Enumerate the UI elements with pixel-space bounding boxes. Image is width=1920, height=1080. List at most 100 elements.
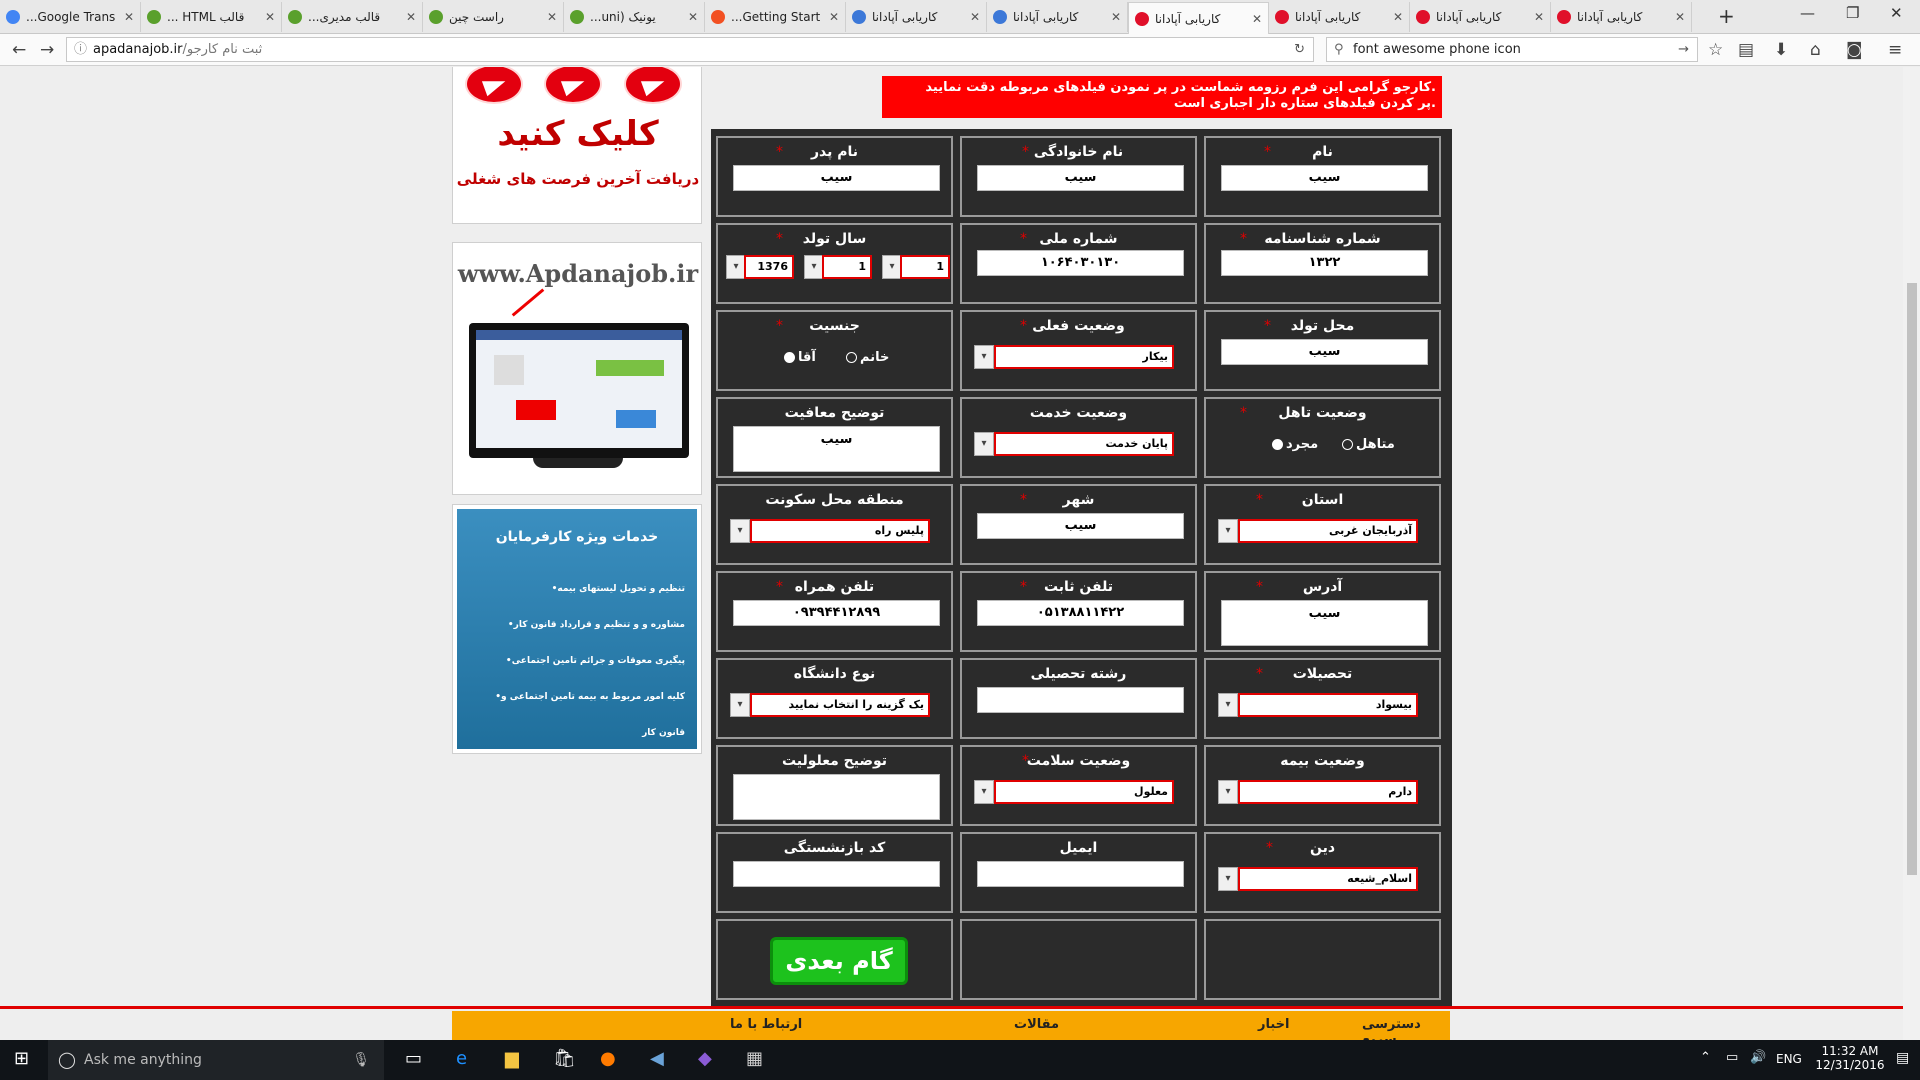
month-select[interactable]: 1 — [822, 255, 872, 279]
national-id-input[interactable]: ۱۰۶۴۰۳۰۱۳۰ — [977, 250, 1184, 276]
microphone-icon[interactable]: 🎙 — [352, 1040, 370, 1080]
year-dropdown-button[interactable]: ▾ — [726, 255, 746, 279]
network-icon[interactable]: ▭ — [1726, 1050, 1738, 1065]
home-icon[interactable]: ⌂ — [1810, 40, 1821, 60]
browser-tab[interactable]: راست چین ✕ — [423, 2, 564, 32]
mobile-input[interactable]: ۰۹۳۹۴۴۱۲۸۹۹ — [733, 600, 940, 626]
clock[interactable]: 11:32 AM 12/31/2016 — [1812, 1044, 1888, 1072]
search-go-icon[interactable]: → — [1678, 38, 1689, 61]
forward-icon[interactable]: → — [40, 40, 54, 60]
browser-tab[interactable]: قالب مدیری... ✕ — [282, 2, 423, 32]
address-textarea[interactable]: سیب — [1221, 600, 1428, 646]
health-select[interactable]: معلول — [994, 780, 1174, 804]
tab-close-icon[interactable]: ✕ — [406, 10, 416, 24]
email-input[interactable] — [977, 861, 1184, 887]
file-explorer-icon[interactable]: ▆ — [505, 1048, 519, 1069]
insurance-select[interactable]: دارم — [1238, 780, 1418, 804]
gender-male-radio[interactable]: آقا — [784, 350, 816, 365]
birth-place-input[interactable]: سیب — [1221, 339, 1428, 365]
browser-tab[interactable]: قالب HTML ... ✕ — [141, 2, 282, 32]
browser-tab[interactable]: Getting Start... ✕ — [705, 2, 846, 32]
new-tab-button[interactable]: + — [1718, 4, 1735, 28]
browser-tab[interactable]: کاریابی آپادانا ✕ — [1410, 2, 1551, 32]
bookmark-star-icon[interactable]: ☆ — [1708, 40, 1723, 60]
status-dropdown-button[interactable]: ▾ — [974, 345, 994, 369]
day-dropdown-button[interactable]: ▾ — [882, 255, 902, 279]
tab-close-icon[interactable]: ✕ — [1534, 10, 1544, 24]
app-icon[interactable]: ▦ — [746, 1048, 763, 1069]
month-dropdown-button[interactable]: ▾ — [804, 255, 824, 279]
download-icon[interactable]: ⬇ — [1774, 40, 1788, 60]
browser-tab[interactable]: کاریابی آپادانا ✕ — [1269, 2, 1410, 32]
first-name-input[interactable]: سیب — [1221, 165, 1428, 191]
address-bar[interactable]: ⓘ apadanajob.ir/ثبت نام کارجو ↻ — [66, 37, 1314, 62]
windows-start-icon[interactable]: ⊞ — [14, 1048, 29, 1069]
close-window-button[interactable]: ✕ — [1890, 4, 1903, 22]
menu-icon[interactable]: ≡ — [1888, 40, 1902, 60]
tab-close-icon[interactable]: ✕ — [1393, 10, 1403, 24]
next-step-button[interactable]: گام بعدی — [770, 937, 908, 985]
back-icon[interactable]: ← — [12, 40, 26, 60]
religion-dropdown-button[interactable]: ▾ — [1218, 867, 1238, 891]
page-scrollbar[interactable] — [1903, 67, 1920, 1040]
language-indicator[interactable]: ENG — [1776, 1052, 1802, 1066]
browser-tab[interactable]: Google Trans... ✕ — [0, 2, 141, 32]
military-select[interactable]: پایان خدمت — [994, 432, 1174, 456]
reading-list-icon[interactable]: ▤ — [1738, 40, 1754, 60]
phone-input[interactable]: ۰۵۱۳۸۸۱۱۴۲۲ — [977, 600, 1184, 626]
retire-code-input[interactable] — [733, 861, 940, 887]
last-name-input[interactable]: سیب — [977, 165, 1184, 191]
store-icon[interactable]: 🛍 — [553, 1048, 576, 1069]
city-input[interactable]: سیب — [977, 513, 1184, 539]
university-select[interactable]: یک گزینه را انتخاب نمایید — [750, 693, 930, 717]
firefox-icon[interactable]: ● — [600, 1048, 616, 1069]
browser-tab[interactable]: کاریابی آپادانا ✕ — [987, 2, 1128, 32]
browser-tab[interactable]: یونیک (uni... ✕ — [564, 2, 705, 32]
military-dropdown-button[interactable]: ▾ — [974, 432, 994, 456]
reload-icon[interactable]: ↻ — [1294, 38, 1305, 61]
telegram-banner[interactable]: کلیک کنید دریافت آخرین فرصت های شغلی — [452, 67, 702, 224]
tab-close-icon[interactable]: ✕ — [1111, 10, 1121, 24]
browser-tab[interactable]: کاریابی آپادانا ✕ — [1551, 2, 1692, 32]
cortana-search[interactable]: ◯ Ask me anything 🎙 — [48, 1040, 384, 1080]
services-banner[interactable]: خدمات ویژه کارفرمایان •تنظیم و تحویل لیس… — [452, 504, 702, 754]
insurance-dropdown-button[interactable]: ▾ — [1218, 780, 1238, 804]
year-select[interactable]: 1376 — [744, 255, 794, 279]
notification-icon[interactable]: ▤ — [1896, 1050, 1909, 1066]
tab-close-icon[interactable]: ✕ — [1675, 10, 1685, 24]
marital-single-radio[interactable]: مجرد — [1272, 437, 1318, 452]
tab-close-icon[interactable]: ✕ — [829, 10, 839, 24]
visual-studio-icon[interactable]: ◆ — [698, 1048, 712, 1069]
current-status-select[interactable]: بیکار — [994, 345, 1174, 369]
footer-quick-access[interactable]: دسترسی سریع — [1362, 1017, 1450, 1040]
search-bar[interactable]: ⚲ font awesome phone icon → — [1326, 37, 1698, 62]
disability-textarea[interactable] — [733, 774, 940, 820]
volume-icon[interactable]: 🔊 — [1750, 1050, 1766, 1065]
field-input[interactable] — [977, 687, 1184, 713]
gender-female-radio[interactable]: خانم — [846, 350, 889, 365]
health-dropdown-button[interactable]: ▾ — [974, 780, 994, 804]
education-dropdown-button[interactable]: ▾ — [1218, 693, 1238, 717]
site-banner[interactable]: www.Apdanajob.ir — [452, 242, 702, 495]
marital-married-radio[interactable]: متاهل — [1342, 437, 1395, 452]
tab-close-icon[interactable]: ✕ — [124, 10, 134, 24]
footer-news-link[interactable]: اخبار — [1258, 1017, 1290, 1032]
visual-studio-code-icon[interactable]: ◀ — [650, 1048, 664, 1069]
footer-contact-link[interactable]: ارتباط با ما — [730, 1017, 802, 1032]
province-select[interactable]: آذربایجان غربی — [1238, 519, 1418, 543]
district-dropdown-button[interactable]: ▾ — [730, 519, 750, 543]
id-number-input[interactable]: ۱۳۲۲ — [1221, 250, 1428, 276]
browser-tab[interactable]: کاریابی آپادانا ✕ — [1128, 2, 1269, 34]
father-name-input[interactable]: سیب — [733, 165, 940, 191]
tab-close-icon[interactable]: ✕ — [547, 10, 557, 24]
day-select[interactable]: 1 — [900, 255, 950, 279]
university-dropdown-button[interactable]: ▾ — [730, 693, 750, 717]
browser-tab[interactable]: کاریابی آپادانا ✕ — [846, 2, 987, 32]
province-dropdown-button[interactable]: ▾ — [1218, 519, 1238, 543]
minimize-button[interactable]: — — [1800, 4, 1815, 22]
education-select[interactable]: بیسواد — [1238, 693, 1418, 717]
tray-chevron-icon[interactable]: ⌃ — [1700, 1050, 1711, 1065]
tab-close-icon[interactable]: ✕ — [265, 10, 275, 24]
task-view-icon[interactable]: ▭ — [405, 1048, 422, 1069]
district-select[interactable]: پلیس راه — [750, 519, 930, 543]
